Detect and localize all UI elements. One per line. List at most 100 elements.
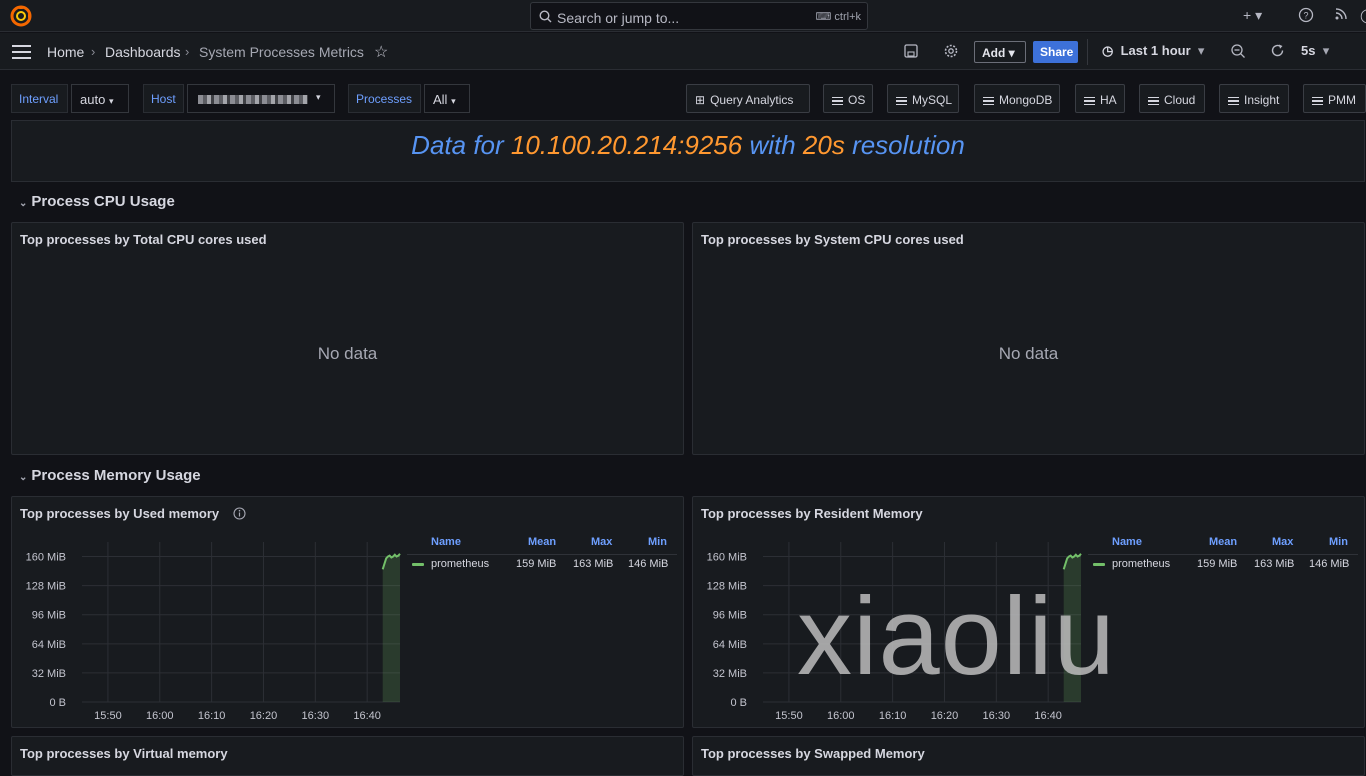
divider [1087, 39, 1088, 65]
legend-header-name: Name [1112, 536, 1142, 548]
search-input[interactable]: Search or jump to... ⌨ ctrl+k [530, 2, 868, 30]
link-label: OS [848, 93, 866, 107]
x-tick-label: 15:50 [775, 710, 803, 722]
link-mongodb[interactable]: MongoDB [974, 84, 1060, 113]
link-insight[interactable]: Insight [1219, 84, 1289, 113]
legend-header-name: Name [431, 536, 461, 548]
menu-icon[interactable] [12, 45, 31, 59]
used-memory-chart: 15:50 16:00 16:10 16:20 16:30 16:40 0 B 32 MiB 6… [26, 542, 401, 722]
menu-lines-icon [832, 95, 843, 108]
y-tick-label: 64 MiB [713, 639, 747, 651]
y-tick-label: 128 MiB [707, 581, 747, 593]
help-icon[interactable]: ? [1298, 7, 1314, 23]
refresh-interval-picker[interactable]: 5s ▾ [1301, 43, 1329, 59]
legend-series-name[interactable]: prometheus [1112, 558, 1170, 570]
legend-header-min: Min [1329, 536, 1348, 548]
plus-new-icon[interactable]: + ▾ [1243, 7, 1262, 24]
x-tick-label: 16:00 [827, 710, 855, 722]
add-button[interactable]: Add ▾ [974, 41, 1026, 63]
y-tick-label: 96 MiB [32, 610, 66, 622]
host-variable-select[interactable]: ▾ [187, 84, 335, 113]
news-rss-icon[interactable] [1334, 7, 1348, 21]
time-range-picker[interactable]: ◷ Last 1 hour ▾ [1102, 43, 1204, 59]
chevron-down-icon: ▾ [1194, 43, 1205, 58]
banner-text-part: with [742, 130, 803, 160]
y-tick-label: 32 MiB [32, 668, 66, 680]
zoom-out-icon[interactable] [1231, 44, 1246, 59]
panel-swapped-memory[interactable]: Top processes by Swapped Memory [692, 736, 1365, 776]
legend-series-name[interactable]: prometheus [431, 558, 489, 570]
x-tick-label: 16:20 [931, 710, 959, 722]
panel-total-cpu[interactable]: Top processes by Total CPU cores used No… [11, 222, 684, 455]
link-ha[interactable]: HA [1075, 84, 1125, 113]
series-area-prometheus [382, 553, 400, 702]
interval-variable-label: Interval [11, 84, 68, 113]
interval-variable-select[interactable]: auto ▾ [71, 84, 129, 113]
panel-virtual-memory[interactable]: Top processes by Virtual memory [11, 736, 684, 776]
y-tick-label: 160 MiB [707, 552, 747, 564]
link-label: PMM [1328, 93, 1356, 107]
watermark-text: xiaoliu [797, 575, 1116, 698]
chevron-down-icon: ▾ [451, 96, 456, 106]
link-query-analytics[interactable]: ⊞ Query Analytics [686, 84, 810, 113]
profile-avatar[interactable]: ◯ [1360, 7, 1366, 24]
search-placeholder: Search or jump to... [557, 10, 680, 26]
top-bar: Search or jump to... ⌨ ctrl+k + ▾ ? ◯ [0, 0, 1366, 32]
panel-used-memory[interactable]: Top processes by Used memory 15:50 16:00 1… [11, 496, 684, 728]
legend-series-mean: 159 MiB [516, 558, 557, 570]
legend-header-max: Max [591, 536, 613, 548]
y-tick-label: 96 MiB [713, 610, 747, 622]
row-title-label: Process CPU Usage [31, 193, 175, 210]
save-icon[interactable] [904, 44, 918, 58]
x-tick-label: 16:30 [983, 710, 1011, 722]
legend-series-min: 146 MiB [628, 558, 669, 570]
menu-lines-icon [1148, 95, 1159, 108]
page-title: System Processes Metrics [199, 44, 364, 60]
y-tick-label: 0 B [730, 697, 747, 709]
share-button[interactable]: Share [1033, 41, 1078, 63]
y-tick-label: 128 MiB [26, 581, 66, 593]
link-label: MongoDB [999, 93, 1053, 107]
link-mysql[interactable]: MySQL [887, 84, 959, 113]
x-tick-label: 16:40 [1034, 710, 1062, 722]
legend-header-max: Max [1272, 536, 1294, 548]
host-variable-label: Host [143, 84, 184, 113]
no-data-message: No data [998, 344, 1059, 363]
banner-text: Data for 10.100.20.214:9256 with 20s res… [12, 130, 1364, 161]
link-cloud[interactable]: Cloud [1139, 84, 1205, 113]
row-process-memory-usage[interactable]: ⌄ Process Memory Usage [19, 467, 201, 484]
banner-resolution: 20s [802, 130, 845, 160]
time-range-label: Last 1 hour [1120, 43, 1191, 58]
banner-host: 10.100.20.214:9256 [510, 130, 743, 160]
star-icon[interactable]: ☆ [374, 42, 388, 62]
breadcrumb-dashboards[interactable]: Dashboards [105, 44, 181, 60]
refresh-icon[interactable] [1270, 43, 1285, 58]
processes-variable-select[interactable]: All ▾ [424, 84, 470, 113]
link-os[interactable]: OS [823, 84, 873, 113]
legend-series-max: 163 MiB [573, 558, 614, 570]
x-tick-label: 16:40 [353, 710, 381, 722]
grafana-logo-icon[interactable] [10, 5, 32, 27]
banner-panel: Data for 10.100.20.214:9256 with 20s res… [11, 120, 1365, 182]
row-process-cpu-usage[interactable]: ⌄ Process CPU Usage [19, 193, 175, 210]
svg-text:?: ? [1303, 11, 1308, 21]
link-pmm[interactable]: PMM [1303, 84, 1366, 113]
row-title-label: Process Memory Usage [31, 467, 201, 484]
chevron-down-icon: ▾ [1319, 43, 1330, 58]
chevron-down-icon: ▾ [108, 96, 114, 106]
panel-title: Top processes by System CPU cores used [701, 232, 964, 247]
breadcrumb-home[interactable]: Home [47, 44, 84, 60]
chevron-down-icon: ▾ [316, 92, 321, 102]
legend-header-min: Min [648, 536, 667, 548]
no-data-message: No data [317, 344, 378, 363]
redacted-host-value [198, 95, 308, 104]
panel-title: Top processes by Total CPU cores used [20, 232, 267, 247]
menu-lines-icon [983, 95, 994, 108]
chevron-down-icon: ⌄ [19, 198, 28, 209]
y-tick-label: 0 B [49, 697, 66, 709]
panel-title: Top processes by Virtual memory [20, 746, 228, 761]
x-tick-label: 15:50 [94, 710, 122, 722]
panel-system-cpu[interactable]: Top processes by System CPU cores used N… [692, 222, 1365, 455]
settings-gear-icon[interactable] [944, 44, 958, 58]
legend-series-max: 163 MiB [1254, 558, 1295, 570]
